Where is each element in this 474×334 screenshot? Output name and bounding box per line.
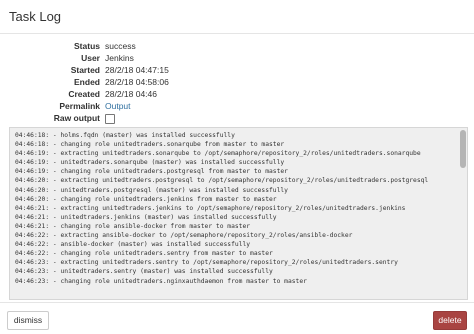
log-lines: 04:46:18: - holms.fqdn (master) was inst… [15, 131, 453, 286]
ended-row: Ended 28/2/18 04:58:06 [0, 76, 474, 88]
ended-label: Ended [74, 77, 100, 87]
log-line: 04:46:18: - holms.fqdn (master) was inst… [15, 132, 235, 139]
dismiss-button[interactable]: dismiss [7, 311, 49, 330]
log-line: 04:46:21: - unitedtraders.jenkins (maste… [15, 213, 277, 221]
permalink-label: Permalink [59, 101, 100, 111]
modal-header: Task Log [0, 0, 474, 34]
log-line: 04:46:19: - changing role unitedtraders.… [15, 168, 288, 176]
log-line: 04:46:20: - extracting unitedtraders.pos… [15, 177, 429, 185]
log-line: 04:46:19: - extracting unitedtraders.son… [15, 150, 421, 158]
raw-output-row: Raw output [0, 112, 474, 124]
log-line: 04:46:20: - changing role unitedtraders.… [15, 195, 277, 203]
raw-output-label: Raw output [53, 113, 100, 123]
log-line: 04:46:18: - changing role unitedtraders.… [15, 141, 285, 149]
log-scrollbar[interactable] [460, 130, 466, 297]
raw-output-checkbox[interactable] [105, 114, 115, 124]
log-scroll-thumb[interactable] [460, 130, 466, 168]
started-row: Started 28/2/18 04:47:15 [0, 64, 474, 76]
status-value: success [105, 41, 136, 51]
user-value: Jenkins [105, 53, 134, 63]
task-log-modal: Task Log Status success User Jenkins Sta… [0, 0, 474, 334]
permalink-row: Permalink Output [0, 100, 474, 112]
created-label: Created [68, 89, 100, 99]
log-line: 04:46:23: - extracting unitedtraders.sen… [15, 259, 398, 267]
modal-footer: dismiss delete [0, 302, 474, 334]
log-line: 04:46:21: - extracting unitedtraders.jen… [15, 204, 406, 212]
created-value: 28/2/18 04:46 [105, 89, 157, 99]
ended-value: 28/2/18 04:58:06 [105, 77, 169, 87]
modal-title: Task Log [9, 9, 62, 24]
log-line: 04:46:22: - ansible-docker (master) was … [15, 241, 251, 249]
user-label: User [81, 53, 100, 63]
delete-button[interactable]: delete [433, 311, 467, 330]
log-line: 04:46:20: - unitedtraders.postgresql (ma… [15, 186, 288, 194]
started-value: 28/2/18 04:47:15 [105, 65, 169, 75]
log-line: 04:46:21: - changing role ansible-docker… [15, 222, 251, 230]
started-label: Started [70, 65, 100, 75]
status-label: Status [74, 41, 100, 51]
user-row: User Jenkins [0, 52, 474, 64]
status-row: Status success [0, 40, 474, 52]
log-line: 04:46:23: - changing role unitedtraders.… [15, 277, 307, 285]
log-line: 04:46:19: - unitedtraders.sonarqube (mas… [15, 159, 285, 167]
log-line: 04:46:22: - changing role unitedtraders.… [15, 250, 273, 258]
task-log-output[interactable]: 04:46:18: - holms.fqdn (master) was inst… [9, 127, 468, 300]
log-line: 04:46:22: - extracting ansible-docker to… [15, 232, 353, 240]
log-line: 04:46:23: - unitedtraders.sentry (master… [15, 268, 273, 276]
permalink-link[interactable]: Output [105, 100, 131, 112]
created-row: Created 28/2/18 04:46 [0, 88, 474, 100]
